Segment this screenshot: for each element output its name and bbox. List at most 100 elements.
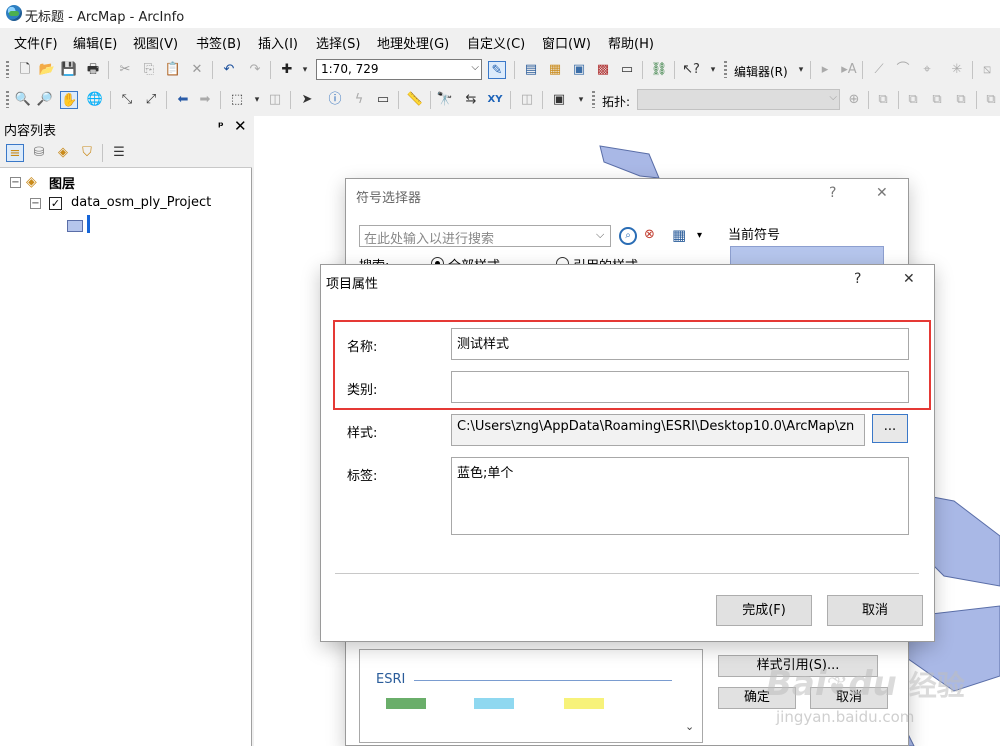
- forward-arrow-icon[interactable]: ➡: [196, 91, 214, 109]
- menu-file[interactable]: 文件(F): [14, 33, 58, 52]
- tags-textarea[interactable]: 蓝色;单个: [451, 457, 909, 535]
- symbol-gallery-list[interactable]: ESRI ⌄: [359, 649, 703, 743]
- browse-style-button[interactable]: ...: [872, 414, 908, 443]
- chevron-down-icon[interactable]: ▾: [296, 61, 314, 79]
- symbol-swatch-cyan[interactable]: [474, 698, 514, 709]
- zoom-out-icon[interactable]: 🔎: [36, 91, 54, 109]
- cut-icon[interactable]: ✂: [116, 61, 134, 79]
- redo-icon[interactable]: ↷: [246, 61, 264, 79]
- help-icon[interactable]: ?: [829, 185, 836, 201]
- python-window-icon[interactable]: ▭: [618, 61, 636, 79]
- map-scale-value: 1:70, 729: [321, 62, 379, 76]
- watermark-suffix: 经验: [908, 669, 965, 702]
- model-builder-icon[interactable]: ⛓: [650, 61, 668, 79]
- menu-geoprocessing[interactable]: 地理处理(G): [377, 33, 449, 52]
- menu-windows[interactable]: 窗口(W): [542, 33, 591, 52]
- standard-toolbar: 🗋 📂 💾 🖶 ✂ ⎘ 📋 ✕ ↶ ↷ ✚ ▾ ✎ ▤ ▦ ▣ ▩ ▭ ⛓ ↖?…: [0, 56, 1000, 83]
- editor-toolbar-icon[interactable]: ✎: [488, 61, 506, 79]
- menu-customize[interactable]: 自定义(C): [467, 33, 525, 52]
- hyperlink-icon[interactable]: ϟ: [350, 91, 368, 109]
- full-extent-globe-icon[interactable]: 🌐: [86, 91, 104, 109]
- layer-visibility-checkbox[interactable]: ✓: [49, 197, 62, 210]
- list-by-source-icon[interactable]: ⛁: [30, 144, 48, 162]
- whats-this-icon[interactable]: ↖?: [682, 61, 700, 79]
- options-icon[interactable]: ☰: [110, 144, 128, 162]
- undo-icon[interactable]: ↶: [220, 61, 238, 79]
- pan-hand-icon[interactable]: ✋: [60, 91, 78, 109]
- search-window-icon[interactable]: ▣: [570, 61, 588, 79]
- editor-menu[interactable]: 编辑器(R): [734, 63, 788, 80]
- go-to-xy-icon[interactable]: XY: [486, 91, 504, 109]
- select-features-icon[interactable]: ⬚: [228, 91, 246, 109]
- menu-selection[interactable]: 选择(S): [316, 33, 360, 52]
- layers-group-label[interactable]: 图层: [49, 173, 75, 192]
- symbol-swatch-green[interactable]: [386, 698, 426, 709]
- toolbar-grip[interactable]: [6, 61, 9, 78]
- measure-ruler-icon[interactable]: 📏: [406, 91, 424, 109]
- layer-collapse-toggle[interactable]: −: [30, 198, 41, 209]
- zoom-in-icon[interactable]: 🔍: [14, 91, 32, 109]
- cancel-button[interactable]: 取消: [827, 595, 923, 626]
- symbol-search-input[interactable]: 在此处输入以进行搜索: [359, 225, 611, 247]
- layer-symbol-swatch[interactable]: [67, 220, 83, 232]
- toolbar-overflow-icon[interactable]: ▾: [572, 91, 590, 109]
- select-elements-arrow-icon[interactable]: ➤: [298, 91, 316, 109]
- pin-icon[interactable]: ᵖ: [218, 119, 224, 133]
- time-slider-icon[interactable]: ◫: [518, 91, 536, 109]
- close-icon[interactable]: ✕: [234, 117, 247, 135]
- arctoolbox-icon[interactable]: ▩: [594, 61, 612, 79]
- clear-selection-icon[interactable]: ◫: [266, 91, 284, 109]
- identify-info-icon[interactable]: ⓘ: [326, 91, 344, 109]
- view-options-icon[interactable]: ▦: [672, 226, 686, 244]
- scroll-down-chevron-icon[interactable]: ⌄: [685, 720, 694, 733]
- paste-icon[interactable]: 📋: [164, 61, 182, 79]
- menu-bookmarks[interactable]: 书签(B): [196, 33, 241, 52]
- back-arrow-icon[interactable]: ⬅: [174, 91, 192, 109]
- delete-icon[interactable]: ✕: [188, 61, 206, 79]
- topology-label: 拓扑:: [602, 95, 631, 109]
- copy-icon[interactable]: ⎘: [140, 61, 158, 79]
- menu-edit[interactable]: 编辑(E): [73, 33, 117, 52]
- layers-collapse-toggle[interactable]: −: [10, 177, 21, 188]
- symbol-swatch-yellow[interactable]: [564, 698, 604, 709]
- toolbar-grip[interactable]: [6, 91, 9, 108]
- style-path-field: C:\Users\zng\AppData\Roaming\ESRI\Deskto…: [451, 414, 865, 446]
- list-by-drawing-order-icon[interactable]: ≡: [6, 144, 24, 162]
- search-icon[interactable]: ⌕: [619, 227, 637, 245]
- close-icon[interactable]: ✕: [876, 185, 888, 201]
- html-popup-icon[interactable]: ▭: [374, 91, 392, 109]
- catalog-icon[interactable]: ▦: [546, 61, 564, 79]
- finish-button[interactable]: 完成(F): [716, 595, 812, 626]
- menu-help[interactable]: 帮助(H): [608, 33, 654, 52]
- close-icon[interactable]: ✕: [903, 271, 915, 287]
- new-document-icon[interactable]: 🗋: [16, 61, 34, 79]
- table-of-contents-icon[interactable]: ▤: [522, 61, 540, 79]
- open-folder-icon[interactable]: 📂: [38, 61, 56, 79]
- list-by-selection-icon[interactable]: ⛉: [78, 144, 96, 162]
- edit-tool-icon: ▸: [821, 62, 829, 77]
- editor-menu-arrow-icon[interactable]: ▾: [792, 61, 810, 79]
- fixed-zoom-out-icon[interactable]: ⤢: [142, 91, 160, 109]
- print-icon[interactable]: 🖶: [84, 61, 102, 79]
- menu-view[interactable]: 视图(V): [133, 33, 178, 52]
- find-route-icon[interactable]: ⇆: [462, 91, 480, 109]
- chevron-down-icon[interactable]: ⌵: [471, 62, 479, 73]
- category-input[interactable]: [451, 371, 909, 403]
- layer-name[interactable]: data_osm_ply_Project: [71, 195, 211, 210]
- baidu-jingyan-watermark: Bai❦du 经验 jingyan.baidu.com: [756, 636, 996, 736]
- create-viewer-window-icon[interactable]: ▣: [550, 91, 568, 109]
- list-by-visibility-icon[interactable]: ◈: [54, 144, 72, 162]
- map-scale-combo[interactable]: 1:70, 729 ⌵: [316, 59, 482, 80]
- fixed-zoom-in-icon[interactable]: ⤡: [118, 91, 136, 109]
- find-binoculars-icon[interactable]: 🔭: [436, 91, 454, 109]
- clear-search-icon[interactable]: ⊗: [644, 227, 662, 245]
- chevron-down-icon[interactable]: ⌵: [596, 228, 604, 242]
- save-icon[interactable]: 💾: [60, 61, 78, 79]
- toolbar-overflow-icon[interactable]: ▾: [704, 61, 722, 79]
- menu-insert[interactable]: 插入(I): [258, 33, 298, 52]
- chevron-down-icon[interactable]: ▾: [248, 91, 266, 109]
- add-data-icon[interactable]: ✚: [278, 61, 296, 79]
- name-input[interactable]: 测试样式: [451, 328, 909, 360]
- help-icon[interactable]: ?: [854, 271, 861, 287]
- chevron-down-icon[interactable]: ▾: [697, 230, 702, 241]
